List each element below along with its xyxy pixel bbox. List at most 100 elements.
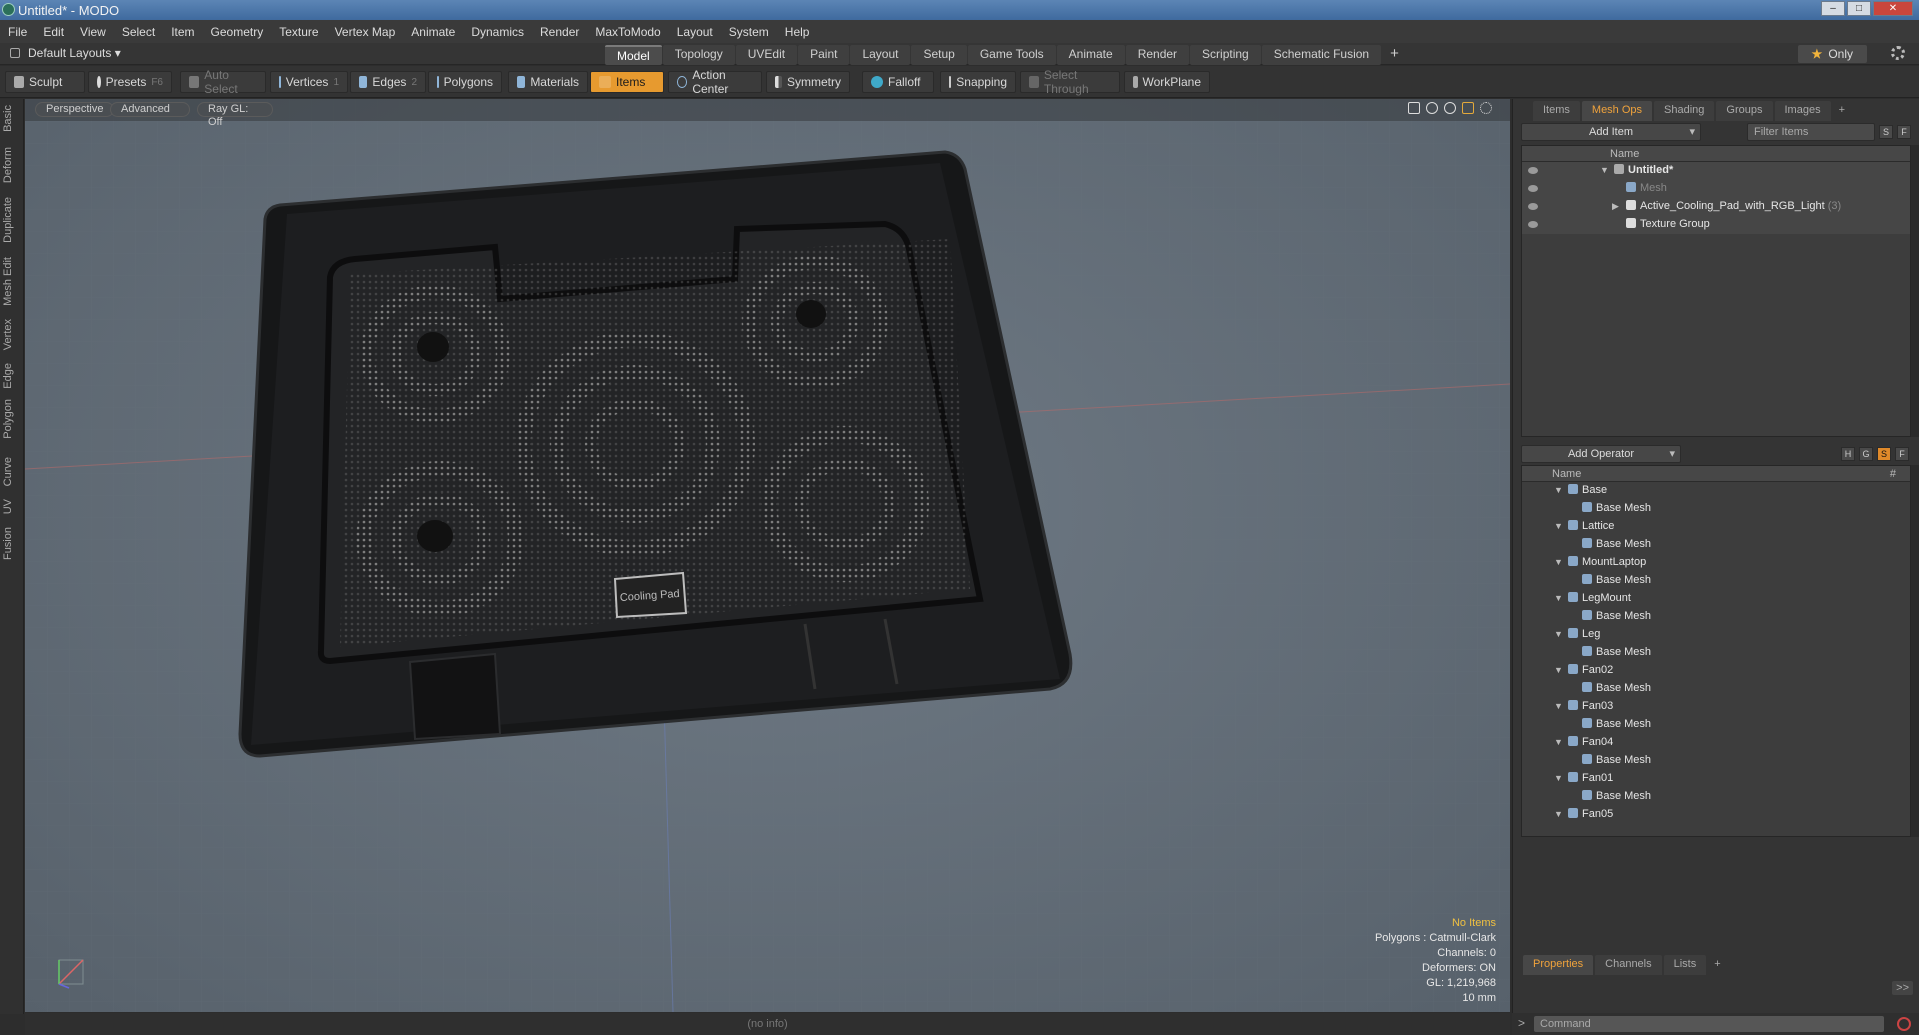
tab-mesh-ops[interactable]: Mesh Ops xyxy=(1581,101,1653,121)
tooltab-curve[interactable]: Curve xyxy=(2,457,14,486)
f-button[interactable]: F xyxy=(1895,447,1909,461)
name-column-header[interactable]: Name xyxy=(1610,148,1639,160)
falloff-button[interactable]: Falloff xyxy=(862,71,934,93)
menu-dynamics[interactable]: Dynamics xyxy=(471,25,524,39)
eye-icon[interactable] xyxy=(1528,221,1538,228)
raygl-button[interactable]: Ray GL: Off xyxy=(197,102,273,128)
sculpt-button[interactable]: Sculpt xyxy=(5,71,85,93)
list-item[interactable]: Base Mesh xyxy=(1522,572,1910,590)
collapse-arrow-icon[interactable]: ▼ xyxy=(1554,557,1563,567)
viewport-gear-icon[interactable] xyxy=(1480,102,1492,114)
tooltab-deform[interactable]: Deform xyxy=(2,147,14,183)
tab-paint[interactable]: Paint xyxy=(798,45,850,65)
ops-hash-column-header[interactable]: # xyxy=(1890,468,1896,480)
list-item[interactable]: ▶ Active_Cooling_Pad_with_RGB_Light (3) xyxy=(1522,198,1910,216)
menu-texture[interactable]: Texture xyxy=(279,25,318,39)
3d-viewport[interactable]: Cooling Pad Perspective Advanced Ray GL:… xyxy=(25,99,1510,1012)
menu-view[interactable]: View xyxy=(80,25,106,39)
collapse-arrow-icon[interactable]: ▼ xyxy=(1554,737,1563,747)
zoom-icon[interactable] xyxy=(1444,102,1456,114)
menu-help[interactable]: Help xyxy=(785,25,810,39)
tab-lists[interactable]: Lists xyxy=(1663,955,1707,975)
s-button[interactable]: S xyxy=(1877,447,1891,461)
lock-icon[interactable] xyxy=(10,48,20,58)
tab-images[interactable]: Images xyxy=(1774,101,1831,121)
filter-items-input[interactable]: Filter Items xyxy=(1747,123,1875,141)
add-operator-dropdown[interactable]: Add Operator xyxy=(1521,445,1681,463)
g-button[interactable]: G xyxy=(1859,447,1873,461)
tab-shading[interactable]: Shading xyxy=(1654,101,1715,121)
list-item[interactable]: Base Mesh xyxy=(1522,680,1910,698)
menu-render[interactable]: Render xyxy=(540,25,579,39)
list-item[interactable]: Base Mesh xyxy=(1522,752,1910,770)
add-tab-button[interactable]: + xyxy=(1382,45,1407,65)
collapse-arrow-icon[interactable]: ▼ xyxy=(1554,629,1563,639)
list-item[interactable]: Base Mesh xyxy=(1522,500,1910,518)
tab-topology[interactable]: Topology xyxy=(662,45,735,65)
collapse-arrow-icon[interactable]: ▼ xyxy=(1554,593,1563,603)
list-item[interactable]: Base Mesh xyxy=(1522,788,1910,806)
tooltab-fusion[interactable]: Fusion xyxy=(2,527,14,560)
collapse-arrow-icon[interactable]: ▼ xyxy=(1554,809,1563,819)
collapse-arrow-icon[interactable]: ▼ xyxy=(1554,665,1563,675)
expand-arrow-icon[interactable]: ▶ xyxy=(1612,201,1619,212)
tooltab-mesh-edit[interactable]: Mesh Edit xyxy=(2,257,14,306)
presets-button[interactable]: Presets F6 xyxy=(88,71,172,93)
collapse-arrow-icon[interactable]: ▼ xyxy=(1554,773,1563,783)
list-item[interactable]: Base Mesh xyxy=(1522,644,1910,662)
action-center-button[interactable]: Action Center xyxy=(668,68,762,96)
tooltab-uv[interactable]: UV xyxy=(2,499,14,514)
fit-icon[interactable] xyxy=(1462,102,1474,114)
list-item[interactable]: Mesh xyxy=(1522,180,1910,198)
tooltab-edge[interactable]: Edge xyxy=(2,363,14,389)
menu-geometry[interactable]: Geometry xyxy=(211,25,264,39)
tab-uvedit[interactable]: UVEdit xyxy=(735,45,798,65)
vertices-button[interactable]: Vertices 1 xyxy=(270,71,348,93)
list-item[interactable]: ▼ Lattice xyxy=(1522,518,1910,536)
collapse-arrow-icon[interactable]: ▼ xyxy=(1600,165,1609,175)
tab-items[interactable]: Items xyxy=(1533,101,1580,121)
list-item[interactable]: ▼ MountLaptop xyxy=(1522,554,1910,572)
mesh-ops-scrollbar[interactable] xyxy=(1911,465,1919,837)
list-item[interactable]: ▼ LegMount xyxy=(1522,590,1910,608)
menu-maxtomodo[interactable]: MaxToModo xyxy=(595,25,660,39)
snapping-button[interactable]: Snapping xyxy=(940,71,1016,93)
menu-select[interactable]: Select xyxy=(122,25,155,39)
tab-scripting[interactable]: Scripting xyxy=(1190,45,1261,65)
add-panel-tab[interactable]: + xyxy=(1833,101,1851,121)
menu-file[interactable]: File xyxy=(8,25,27,39)
tab-layout[interactable]: Layout xyxy=(850,45,911,65)
select-through-button[interactable]: Select Through xyxy=(1020,68,1120,96)
tooltab-basic[interactable]: Basic xyxy=(2,105,14,132)
tab-properties[interactable]: Properties xyxy=(1523,955,1594,975)
tab-model[interactable]: Model xyxy=(605,45,662,65)
auto-select-button[interactable]: Auto Select xyxy=(180,68,266,96)
menu-system[interactable]: System xyxy=(729,25,769,39)
f-filter-button[interactable]: F xyxy=(1897,125,1911,139)
eye-icon[interactable] xyxy=(1528,203,1538,210)
list-item[interactable]: ▼ Fan04 xyxy=(1522,734,1910,752)
list-item[interactable]: ▼ Leg xyxy=(1522,626,1910,644)
tab-game-tools[interactable]: Game Tools xyxy=(967,45,1056,65)
ops-name-column-header[interactable]: Name xyxy=(1552,468,1581,480)
collapse-arrow-icon[interactable]: ▼ xyxy=(1554,485,1563,495)
tab-groups[interactable]: Groups xyxy=(1716,101,1773,121)
record-icon[interactable] xyxy=(1897,1017,1911,1031)
pan-icon[interactable] xyxy=(1408,102,1420,114)
menu-layout[interactable]: Layout xyxy=(677,25,713,39)
add-item-dropdown[interactable]: Add Item xyxy=(1521,123,1701,141)
tooltab-vertex[interactable]: Vertex xyxy=(2,319,14,350)
workplane-button[interactable]: WorkPlane xyxy=(1124,71,1210,93)
tab-setup[interactable]: Setup xyxy=(911,45,967,65)
maximize-button[interactable]: □ xyxy=(1847,1,1871,16)
add-properties-tab[interactable]: + xyxy=(1708,955,1726,975)
gear-icon[interactable] xyxy=(1891,46,1905,60)
menu-edit[interactable]: Edit xyxy=(43,25,64,39)
tab-animate[interactable]: Animate xyxy=(1056,45,1125,65)
polygons-button[interactable]: Polygons xyxy=(428,71,502,93)
close-button[interactable]: ✕ xyxy=(1873,1,1913,16)
only-toggle[interactable]: ★ Only xyxy=(1797,45,1867,63)
menu-animate[interactable]: Animate xyxy=(411,25,455,39)
tab-channels[interactable]: Channels xyxy=(1595,955,1662,975)
list-item[interactable]: Base Mesh xyxy=(1522,608,1910,626)
